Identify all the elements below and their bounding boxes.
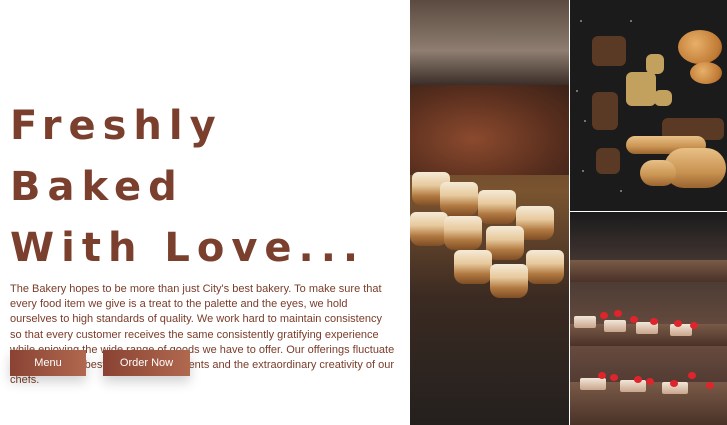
croissant-image — [690, 62, 722, 84]
brownie-image — [592, 36, 626, 66]
cake-image — [620, 380, 646, 392]
cake-display-case-photo — [570, 212, 727, 425]
display-shelf-image — [410, 0, 569, 85]
pastry-cup-image — [478, 190, 516, 224]
chocolate-tray-image — [410, 85, 569, 175]
cake-image — [580, 378, 606, 390]
pastry-cup-image — [454, 250, 492, 284]
pastry-cup-image — [410, 212, 448, 246]
wicker-basket-image — [410, 300, 569, 425]
pastry-cup-image — [444, 216, 482, 250]
cake-slice-image — [592, 92, 618, 130]
cookie-image — [626, 72, 656, 106]
muffin-image — [596, 148, 620, 174]
cookie-image — [646, 54, 664, 74]
chocolate-display-photo — [410, 0, 569, 425]
bread-roll-image — [640, 160, 676, 186]
pastry-cup-image — [526, 250, 564, 284]
menu-button[interactable]: Menu — [10, 350, 86, 376]
headline-line-1: Freshly Baked — [10, 103, 223, 210]
headline-line-2: With Love... — [10, 225, 366, 271]
pastries-flatlay-photo — [570, 0, 727, 211]
cake-image — [604, 320, 626, 332]
shelf-row-image — [570, 260, 727, 282]
photo-collage — [410, 0, 727, 425]
order-now-button[interactable]: Order Now — [103, 350, 190, 376]
page-title: Freshly Baked With Love... — [10, 96, 400, 279]
pastry-cup-image — [440, 182, 478, 216]
pastry-cup-image — [490, 264, 528, 298]
hero-section: Freshly Baked With Love... The Bakery ho… — [10, 96, 400, 388]
croissant-image — [678, 30, 722, 64]
cookie-image — [654, 90, 672, 106]
cake-image — [574, 316, 596, 328]
